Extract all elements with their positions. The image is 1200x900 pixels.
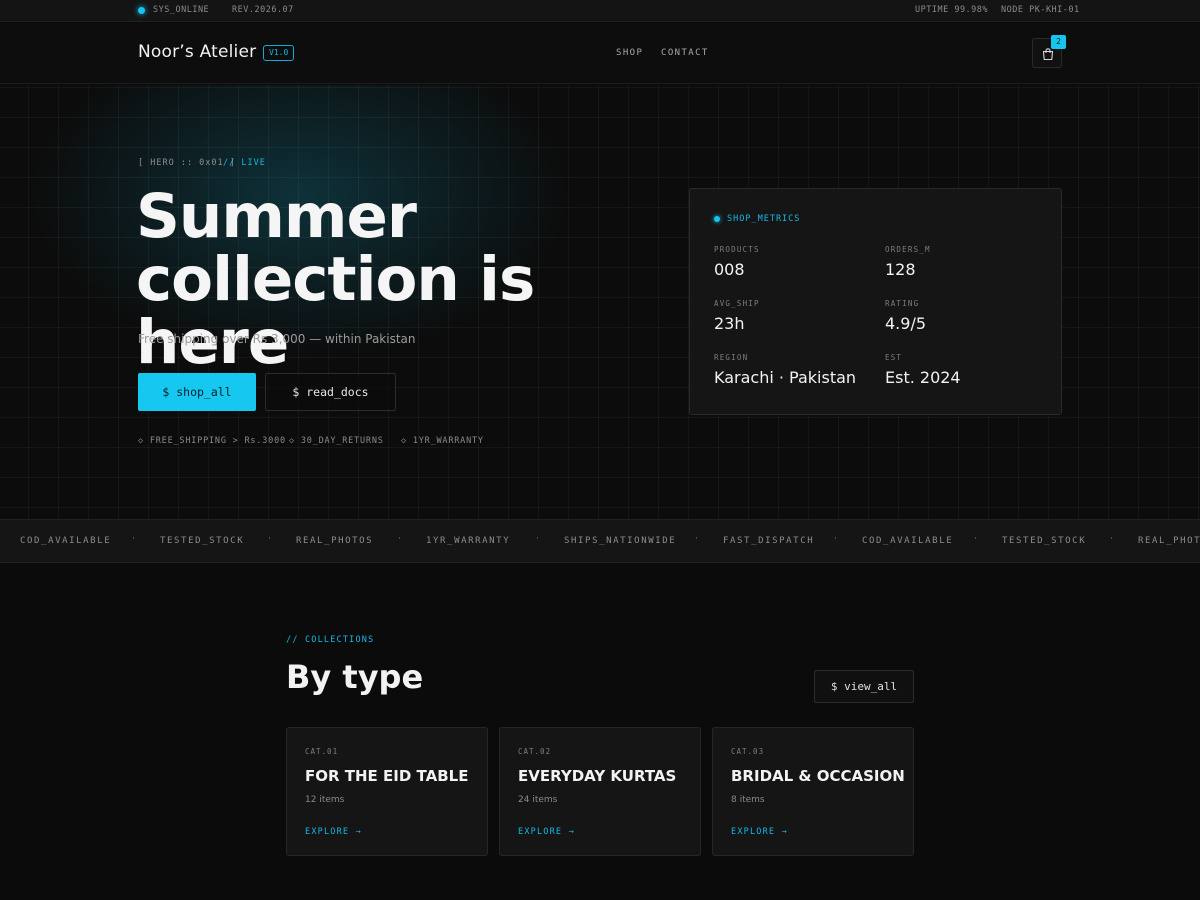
brand-logo[interactable]: Noor’s Atelier [138, 42, 256, 62]
revision-text: REV.2026.07 [232, 5, 294, 15]
marquee-item: FAST_DISPATCH [723, 536, 815, 546]
cart-count-badge: 2 [1051, 35, 1066, 49]
card-code: CAT.03 [731, 747, 765, 756]
read-docs-button[interactable]: $ read_docs [265, 373, 396, 411]
view-all-button[interactable]: $ view_all [814, 670, 914, 703]
shop-all-button[interactable]: $ shop_all [138, 373, 256, 411]
card-title: EVERYDAY KURTAS [518, 767, 677, 785]
top-navigation: Noor’s Atelier V1.0 SHOP CONTACT 2 [0, 23, 1200, 84]
marquee-item: SHIPS_NATIONWIDE [564, 536, 677, 546]
nav-link-contact[interactable]: CONTACT [661, 48, 709, 58]
hero-subtitle: Free shipping over Rs 3,000 — within Pak… [138, 332, 416, 346]
marquee-separator: · [695, 534, 698, 544]
marquee-separator: · [268, 534, 271, 544]
card-item-count: 12 items [305, 795, 345, 805]
nav-link-shop[interactable]: SHOP [616, 48, 643, 58]
version-badge: V1.0 [263, 45, 295, 61]
marquee-separator: · [834, 534, 837, 544]
hero-title-line-1: Summer [136, 181, 417, 252]
card-explore-link[interactable]: EXPLORE → [518, 827, 575, 837]
feature-warranty: ◇ 1YR_WARRANTY [401, 436, 484, 446]
metric-label-orders: ORDERS_M [885, 245, 931, 254]
collection-card-everyday-kurtas[interactable]: CAT.02 EVERYDAY KURTAS 24 items EXPLORE … [499, 727, 701, 856]
marquee-item: COD_AVAILABLE [862, 536, 954, 546]
card-explore-link[interactable]: EXPLORE → [731, 827, 788, 837]
marquee-separator: · [974, 534, 977, 544]
hero-tag: [ HERO :: 0x01 ] [138, 158, 236, 168]
metric-value-region: Karachi · Pakistan [714, 368, 857, 387]
card-explore-link[interactable]: EXPLORE → [305, 827, 362, 837]
marquee-item: REAL_PHOTOS [296, 536, 374, 546]
marquee-separator: · [398, 534, 401, 544]
collection-card-eid-table[interactable]: CAT.01 FOR THE EID TABLE 12 items EXPLOR… [286, 727, 488, 856]
live-tag: // LIVE [223, 158, 266, 168]
metric-label-est: EST [885, 353, 903, 362]
metric-value-orders: 128 [885, 260, 916, 279]
card-title: FOR THE EID TABLE [305, 767, 469, 785]
metric-value-est: Est. 2024 [885, 368, 961, 387]
features-marquee: COD_AVAILABLE · TESTED_STOCK · REAL_PHOT… [0, 519, 1200, 563]
marquee-item: REAL_PHOTOS [1138, 536, 1200, 546]
metric-label-products: PRODUCTS [714, 245, 760, 254]
marquee-item: 1YR_WARRANTY [426, 536, 511, 546]
metrics-indicator-icon [714, 216, 720, 222]
metric-value-rating: 4.9/5 [885, 314, 927, 333]
card-item-count: 8 items [731, 795, 765, 805]
marquee-separator: · [1110, 534, 1113, 544]
shopping-bag-icon [1042, 48, 1054, 61]
system-status-bar: SYS_ONLINE REV.2026.07 UPTIME 99.98% NOD… [0, 0, 1200, 22]
hero-section: [ HERO :: 0x01 ] // LIVE Summer collecti… [0, 85, 1200, 519]
system-status-text: SYS_ONLINE [153, 5, 210, 15]
card-code: CAT.02 [518, 747, 552, 756]
collections-title: By type [286, 658, 424, 696]
metric-label-region: REGION [714, 353, 749, 362]
metric-value-products: 008 [714, 260, 745, 279]
feature-returns: ◇ 30_DAY_RETURNS [289, 436, 384, 446]
card-code: CAT.01 [305, 747, 339, 756]
collections-tag: // COLLECTIONS [286, 635, 375, 645]
metric-label-rating: RATING [885, 299, 920, 308]
metrics-title: SHOP_METRICS [727, 214, 801, 224]
metric-label-avg-ship: AVG_SHIP [714, 299, 760, 308]
collection-card-bridal-occasion[interactable]: CAT.03 BRIDAL & OCCASION 8 items EXPLORE… [712, 727, 914, 856]
uptime-text: UPTIME 99.98% [915, 5, 989, 15]
online-indicator-icon [138, 7, 145, 14]
marquee-item: TESTED_STOCK [1002, 536, 1087, 546]
marquee-item: COD_AVAILABLE [20, 536, 112, 546]
metric-value-avg-ship: 23h [714, 314, 745, 333]
node-text: NODE PK-KHI-01 [1001, 5, 1080, 15]
card-title: BRIDAL & OCCASION [731, 767, 905, 785]
marquee-separator: · [132, 534, 135, 544]
shop-metrics-panel: SHOP_METRICS PRODUCTS 008 ORDERS_M 128 A… [689, 188, 1062, 415]
hero-title-line-2: collection is here [136, 244, 535, 378]
card-item-count: 24 items [518, 795, 558, 805]
marquee-separator: · [536, 534, 539, 544]
feature-free-shipping: ◇ FREE_SHIPPING > Rs.3000 [138, 436, 286, 446]
marquee-item: TESTED_STOCK [160, 536, 245, 546]
